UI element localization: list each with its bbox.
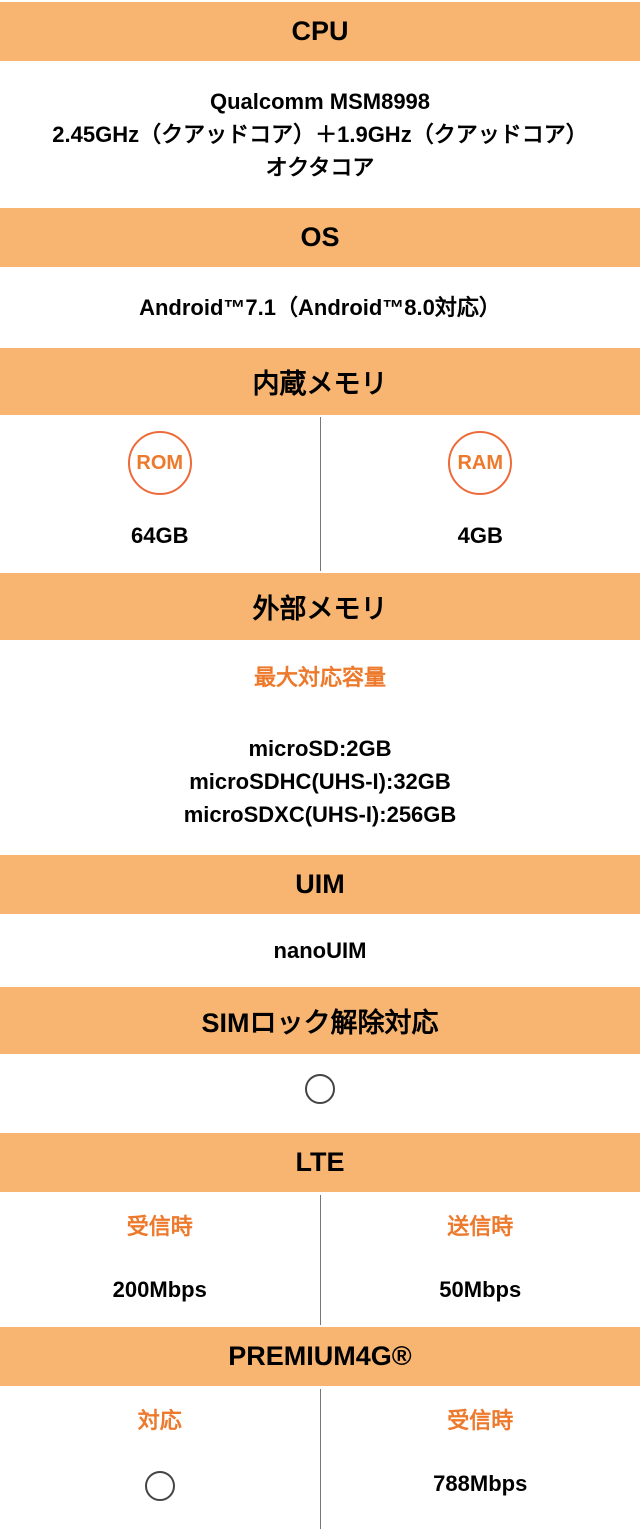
external-memory-header: 外部メモリ: [0, 571, 640, 642]
premium4g-support-label: 対応: [0, 1389, 320, 1449]
premium4g-rx-label: 受信時: [321, 1389, 640, 1449]
circle-icon: [145, 1471, 175, 1501]
uim-header: UIM: [0, 853, 640, 916]
lte-row: 受信時 200Mbps 送信時 50Mbps: [0, 1194, 640, 1325]
internal-memory-row: ROM 64GB RAM 4GB: [0, 417, 640, 571]
cpu-header: CPU: [0, 0, 640, 63]
cpu-value-line3: オクタコア: [10, 151, 630, 184]
lte-tx-value: 50Mbps: [321, 1255, 640, 1325]
rom-label: ROM: [128, 431, 192, 495]
os-value: Android™7.1（Android™8.0対応）: [0, 269, 640, 346]
premium4g-header: PREMIUM4G®: [0, 1325, 640, 1388]
premium4g-row: 対応 受信時 788Mbps: [0, 1388, 640, 1529]
ram-value: 4GB: [321, 503, 640, 571]
lte-tx-label: 送信時: [321, 1195, 640, 1255]
rom-label-wrap: ROM: [0, 417, 320, 503]
rom-value: 64GB: [0, 503, 320, 571]
os-header: OS: [0, 206, 640, 269]
external-memory-sublabel: 最大対応容量: [0, 642, 640, 710]
cpu-value-line2: 2.45GHz（クアッドコア）＋1.9GHz（クアッドコア）: [10, 118, 630, 151]
premium4g-support-value: [0, 1449, 320, 1529]
external-memory-line3: microSDXC(UHS-I):256GB: [10, 798, 630, 831]
premium4g-rx-value: 788Mbps: [321, 1449, 640, 1519]
sim-unlock-header: SIMロック解除対応: [0, 985, 640, 1056]
lte-rx-value: 200Mbps: [0, 1255, 320, 1325]
ram-label-wrap: RAM: [321, 417, 640, 503]
external-memory-line1: microSD:2GB: [10, 732, 630, 765]
internal-memory-header: 内蔵メモリ: [0, 346, 640, 417]
cpu-value-line1: Qualcomm MSM8998: [10, 85, 630, 118]
lte-rx-label: 受信時: [0, 1195, 320, 1255]
lte-header: LTE: [0, 1131, 640, 1194]
cpu-value: Qualcomm MSM8998 2.45GHz（クアッドコア）＋1.9GHz（…: [0, 63, 640, 206]
external-memory-value: microSD:2GB microSDHC(UHS-I):32GB microS…: [0, 710, 640, 853]
sim-unlock-value: [0, 1056, 640, 1131]
external-memory-sublabel-row: 最大対応容量: [0, 642, 640, 710]
external-memory-line2: microSDHC(UHS-I):32GB: [10, 765, 630, 798]
circle-icon: [305, 1074, 335, 1104]
uim-value: nanoUIM: [0, 916, 640, 985]
ram-label: RAM: [448, 431, 512, 495]
